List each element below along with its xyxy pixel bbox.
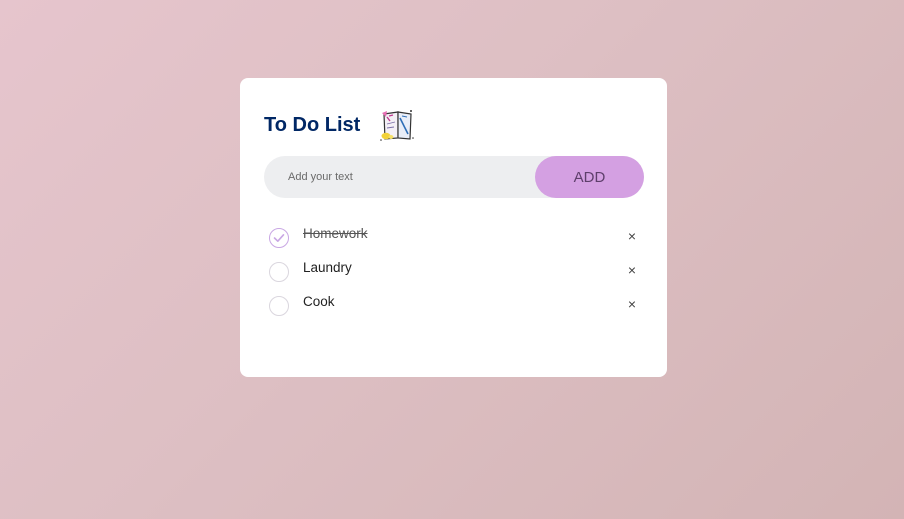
- checkbox-checked[interactable]: [269, 228, 289, 248]
- header: To Do List: [264, 108, 416, 142]
- checkbox-unchecked[interactable]: [269, 296, 289, 316]
- task-item-laundry[interactable]: Laundry ×: [269, 256, 639, 290]
- close-icon[interactable]: ×: [625, 297, 639, 311]
- task-item-homework[interactable]: Homework ×: [269, 222, 639, 256]
- add-task-row: ADD: [264, 155, 644, 199]
- add-button[interactable]: ADD: [535, 156, 644, 198]
- page-title: To Do List: [264, 113, 361, 136]
- todo-card: To Do List Add your text ADD Homework × …: [240, 78, 667, 377]
- close-icon[interactable]: ×: [625, 229, 639, 243]
- task-list: Homework × Laundry × Cook ×: [269, 222, 639, 324]
- task-label: Homework: [303, 226, 368, 241]
- checkbox-unchecked[interactable]: [269, 262, 289, 282]
- task-item-cook[interactable]: Cook ×: [269, 290, 639, 324]
- check-icon: [273, 234, 285, 242]
- task-label: Laundry: [303, 260, 352, 275]
- task-label: Cook: [303, 294, 335, 309]
- close-icon[interactable]: ×: [625, 263, 639, 277]
- task-input[interactable]: [264, 155, 535, 199]
- notebook-doodle-icon: [378, 108, 416, 142]
